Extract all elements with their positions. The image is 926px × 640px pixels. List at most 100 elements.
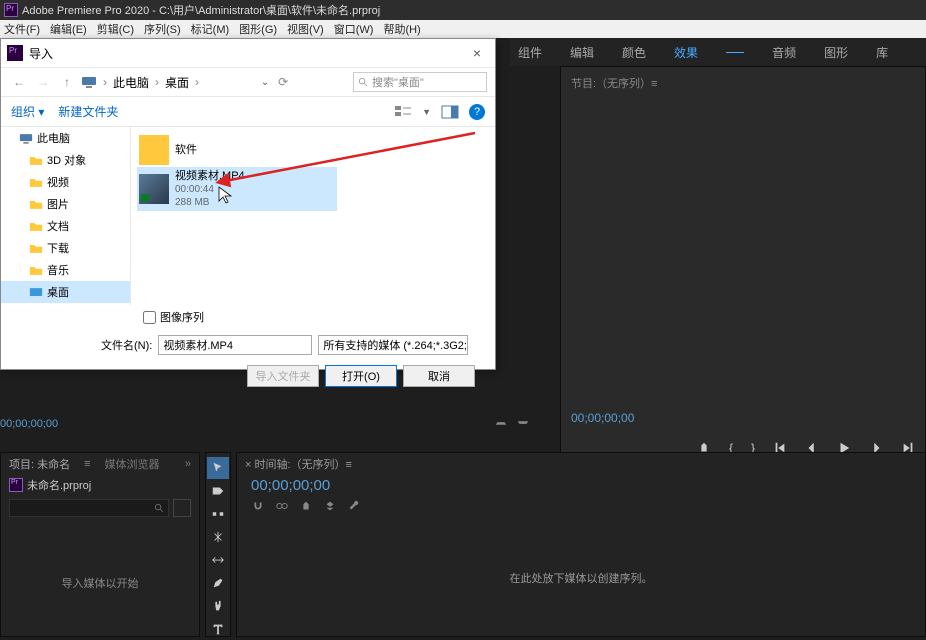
- menu-clip[interactable]: 剪辑(C): [97, 21, 134, 37]
- razor-tool[interactable]: [207, 526, 229, 548]
- tree-documents[interactable]: 文档: [1, 215, 130, 237]
- crumb-dropdown-icon[interactable]: ⌄: [261, 77, 269, 88]
- source-lift-icon[interactable]: [494, 416, 508, 430]
- program-timecode[interactable]: 00;00;00;00: [571, 411, 634, 425]
- image-sequence-label: 图像序列: [160, 309, 204, 325]
- file-size: 288 MB: [175, 196, 245, 209]
- link-icon[interactable]: [275, 499, 289, 513]
- ripple-edit-tool[interactable]: [207, 503, 229, 525]
- file-item-folder[interactable]: 软件: [137, 133, 337, 167]
- menu-file[interactable]: 文件(F): [4, 21, 40, 37]
- file-name: 视频素材.MP4: [175, 169, 245, 183]
- timeline-panel: × 时间轴:（无序列）≡ 00;00;00;00 在此处放下媒体以创建序列。: [236, 452, 926, 637]
- nav-forward-button[interactable]: →: [33, 72, 53, 92]
- tree-music[interactable]: 音乐: [1, 259, 130, 281]
- program-monitor: 节目:（无序列）≡ 00;00;00;00 { }: [560, 66, 926, 462]
- tab-audio[interactable]: 音频: [772, 44, 796, 61]
- nav-refresh-button[interactable]: ⟳: [273, 72, 293, 92]
- dialog-app-icon: [7, 45, 23, 61]
- menu-sequence[interactable]: 序列(S): [144, 21, 181, 37]
- hand-tool[interactable]: [207, 595, 229, 617]
- marker-icon[interactable]: [299, 499, 313, 513]
- file-filter-select[interactable]: 所有支持的媒体 (*.264;*.3G2;*.⌄: [318, 335, 468, 355]
- image-sequence-checkbox[interactable]: [143, 311, 156, 324]
- crumb-desktop[interactable]: 桌面: [165, 74, 189, 91]
- wrench-icon[interactable]: [347, 499, 361, 513]
- track-select-tool[interactable]: [207, 480, 229, 502]
- help-button[interactable]: ?: [469, 104, 485, 120]
- titlebar: Adobe Premiere Pro 2020 - C:\用户\Administ…: [0, 0, 926, 20]
- tree-desktop[interactable]: 桌面: [1, 281, 130, 303]
- menu-view[interactable]: 视图(V): [287, 21, 324, 37]
- tab-color[interactable]: 颜色: [622, 44, 646, 61]
- project-panel: 项目: 未命名 ≡ 媒体浏览器 » 未命名.prproj 导入媒体以开始: [0, 452, 200, 637]
- import-dialog: 导入 × ← → ↑ › 此电脑 › 桌面 › ⌄ ⟳ 搜索"桌面" 组织 ▾ …: [0, 38, 496, 370]
- menu-edit[interactable]: 编辑(E): [50, 21, 87, 37]
- dialog-search-input[interactable]: 搜索"桌面": [353, 72, 487, 92]
- project-file-icon: [9, 478, 23, 492]
- tab-project[interactable]: 项目: 未命名: [9, 456, 70, 472]
- pen-tool[interactable]: [207, 572, 229, 594]
- cancel-button[interactable]: 取消: [403, 365, 475, 387]
- video-thumb-icon: [139, 174, 169, 204]
- settings-icon[interactable]: [323, 499, 337, 513]
- filename-input[interactable]: [158, 335, 312, 355]
- import-hint[interactable]: 导入媒体以开始: [1, 575, 199, 591]
- folder-icon: [139, 135, 169, 165]
- crumb-this-pc[interactable]: 此电脑: [113, 74, 149, 91]
- nav-up-button[interactable]: ↑: [57, 72, 77, 92]
- window-title: Adobe Premiere Pro 2020 - C:\用户\Administ…: [22, 2, 380, 18]
- tree-videos[interactable]: 视频: [1, 171, 130, 193]
- nav-back-button[interactable]: ←: [9, 72, 29, 92]
- crumb-sep-icon: ›: [103, 75, 107, 89]
- menu-graphics[interactable]: 图形(G): [239, 21, 277, 37]
- search-placeholder: 搜索"桌面": [372, 74, 424, 90]
- source-monitor: 00;00;00;00: [0, 408, 200, 438]
- preview-pane-button[interactable]: [441, 105, 459, 119]
- source-timecode[interactable]: 00;00;00;00: [0, 418, 58, 430]
- file-list: 软件 视频素材.MP4 00:00:44 288 MB: [131, 127, 495, 305]
- app-logo-icon: [4, 3, 18, 17]
- menu-window[interactable]: 窗口(W): [334, 21, 374, 37]
- tab-media-browser[interactable]: 媒体浏览器: [105, 456, 160, 472]
- tab-indicator-icon: [726, 52, 744, 53]
- view-dropdown-icon[interactable]: ▼: [422, 107, 431, 117]
- tab-library[interactable]: 库: [876, 44, 888, 61]
- tree-downloads[interactable]: 下载: [1, 237, 130, 259]
- tab-graphics[interactable]: 图形: [824, 44, 848, 61]
- slip-tool[interactable]: [207, 549, 229, 571]
- selection-tool[interactable]: [207, 457, 229, 479]
- tools-panel: [205, 452, 231, 637]
- panel-more-icon[interactable]: »: [185, 458, 191, 470]
- timeline-hint: 在此处放下媒体以创建序列。: [237, 570, 925, 586]
- source-extract-icon[interactable]: [516, 416, 530, 430]
- folder-tree: 此电脑 3D 对象 视频 图片 文档 下载 音乐 桌面 Win10 (C:): [1, 127, 131, 305]
- project-search-input[interactable]: [9, 499, 169, 517]
- timeline-timecode[interactable]: 00;00;00;00: [237, 475, 925, 496]
- tree-drive-c[interactable]: Win10 (C:): [1, 303, 130, 305]
- new-bin-icon[interactable]: [173, 499, 191, 517]
- import-folder-button[interactable]: 导入文件夹: [247, 365, 319, 387]
- timeline-tab[interactable]: × 时间轴:（无序列）≡: [245, 456, 352, 472]
- organize-button[interactable]: 组织 ▾: [11, 103, 44, 120]
- menu-mark[interactable]: 标记(M): [191, 21, 230, 37]
- dialog-title: 导入: [29, 45, 53, 62]
- tree-this-pc[interactable]: 此电脑: [1, 127, 130, 149]
- view-mode-button[interactable]: [394, 105, 412, 119]
- menu-help[interactable]: 帮助(H): [383, 21, 420, 37]
- dialog-close-button[interactable]: ×: [465, 45, 489, 61]
- tab-close-icon[interactable]: ≡: [84, 458, 90, 470]
- tab-assembly[interactable]: 组件: [518, 44, 542, 61]
- tree-3d-objects[interactable]: 3D 对象: [1, 149, 130, 171]
- tree-pictures[interactable]: 图片: [1, 193, 130, 215]
- tab-effects[interactable]: 效果: [674, 44, 698, 61]
- menubar: 文件(F) 编辑(E) 剪辑(C) 序列(S) 标记(M) 图形(G) 视图(V…: [0, 20, 926, 38]
- file-item-video[interactable]: 视频素材.MP4 00:00:44 288 MB: [137, 167, 337, 211]
- tab-editing[interactable]: 编辑: [570, 44, 594, 61]
- crumb-sep-icon: ›: [155, 75, 159, 89]
- snap-icon[interactable]: [251, 499, 265, 513]
- new-folder-button[interactable]: 新建文件夹: [58, 103, 118, 120]
- project-filename: 未命名.prproj: [27, 477, 91, 493]
- open-button[interactable]: 打开(O): [325, 365, 397, 387]
- pc-icon: [81, 75, 97, 89]
